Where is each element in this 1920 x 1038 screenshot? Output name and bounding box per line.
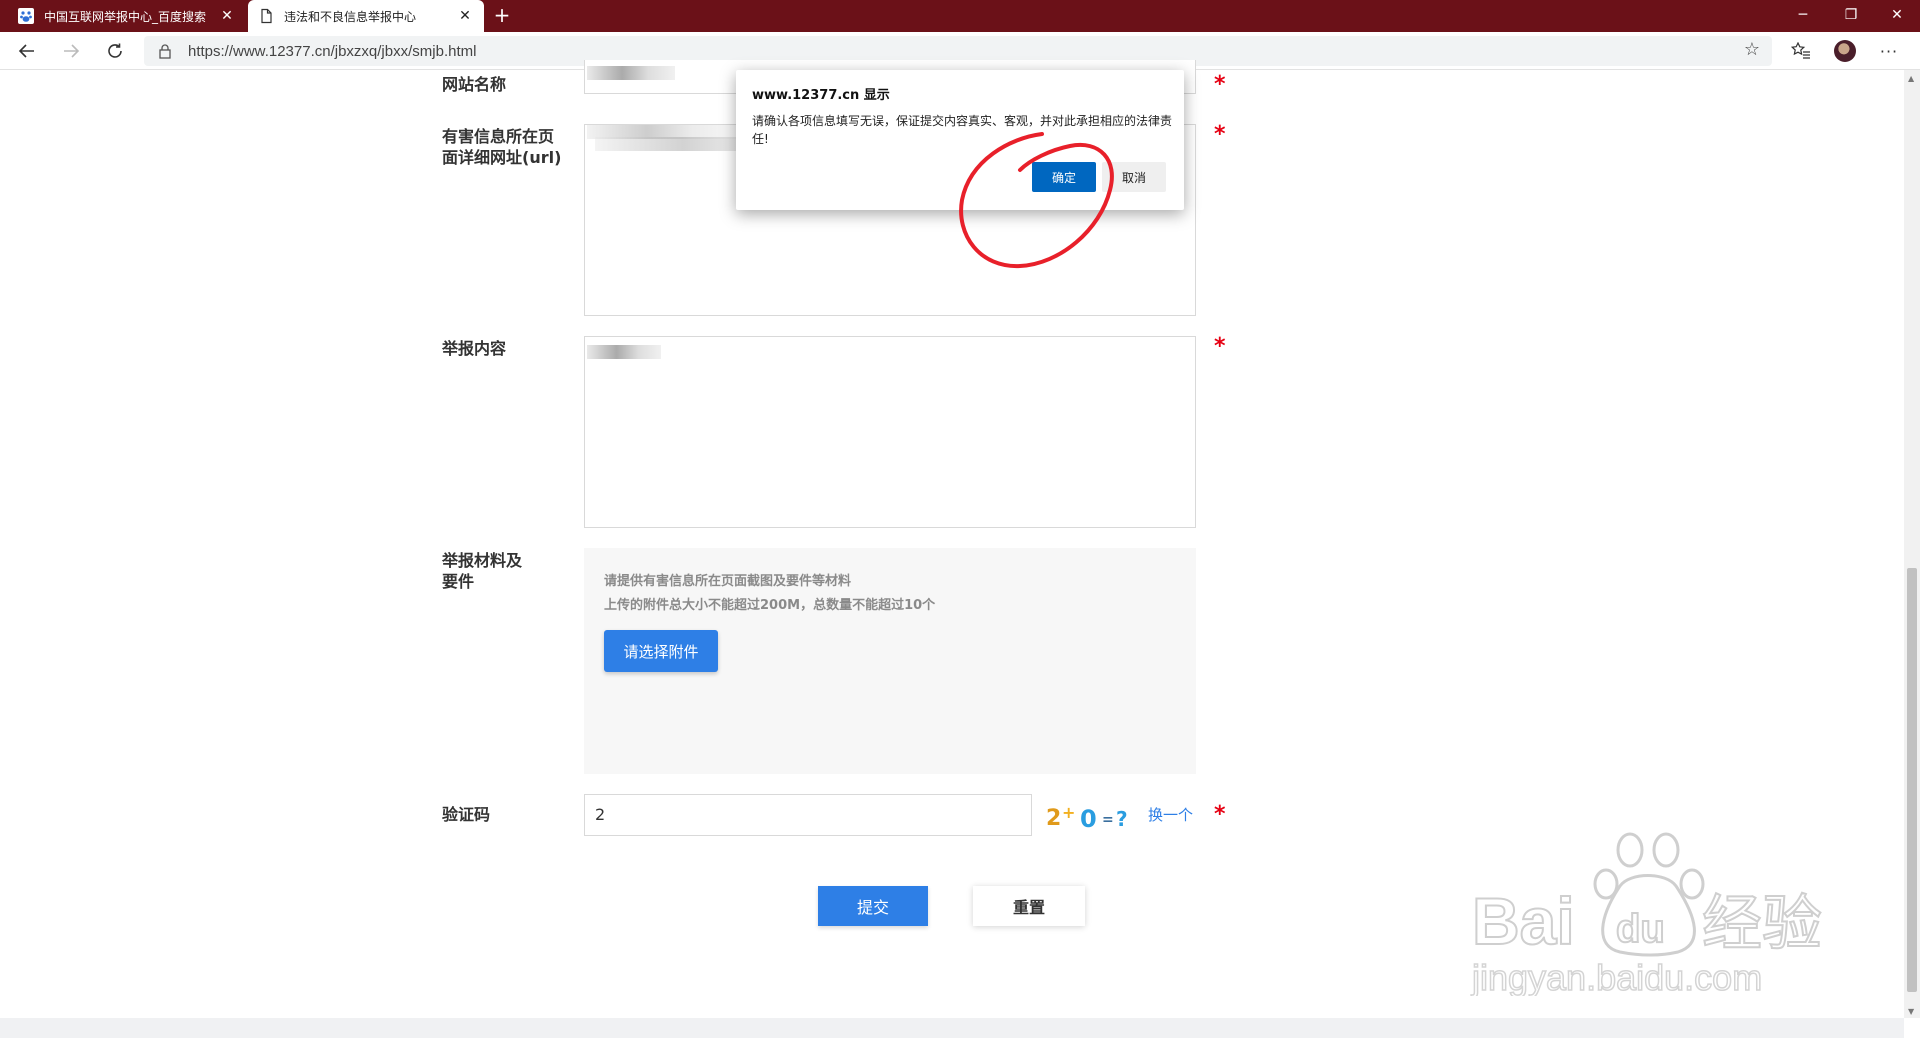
- select-attachment-button[interactable]: 请选择附件: [604, 630, 718, 672]
- scroll-down-icon[interactable]: ▼: [1908, 1007, 1914, 1016]
- close-tab-icon[interactable]: ✕: [456, 8, 474, 24]
- baidu-jingyan-watermark: Bai du 经验 jingyan.baidu.com: [1470, 832, 1823, 996]
- svg-text:+: +: [1062, 803, 1075, 822]
- required-mark: *: [1214, 122, 1226, 147]
- captcha-refresh-link[interactable]: 换一个: [1148, 804, 1193, 825]
- report-content-textarea[interactable]: [584, 336, 1196, 528]
- forward-arrow-icon[interactable]: [56, 36, 86, 66]
- captcha-image[interactable]: 2 + 0 = ?: [1044, 800, 1136, 830]
- document-icon: [261, 8, 272, 24]
- url-label: 有害信息所在页 面详细网址(url): [442, 127, 562, 167]
- new-tab-plus-icon[interactable]: +: [490, 4, 514, 28]
- watermark-bai: Bai: [1472, 884, 1575, 958]
- upload-area: 请提供有害信息所在页面截图及要件等材料 上传的附件总大小不能超过200M，总数量…: [584, 548, 1196, 774]
- dialog-title: www.12377.cn 显示: [752, 88, 890, 103]
- baidu-paw-icon: [18, 8, 34, 24]
- more-menu-icon[interactable]: ···: [1874, 36, 1904, 66]
- favorites-list-icon[interactable]: [1786, 36, 1816, 66]
- restore-icon[interactable]: ❐: [1828, 0, 1874, 32]
- lock-icon: [159, 44, 171, 59]
- captcha-input[interactable]: 2: [584, 794, 1032, 836]
- upload-limit-hint: 上传的附件总大小不能超过200M，总数量不能超过10个: [604, 598, 936, 613]
- required-mark: *: [1214, 334, 1226, 359]
- reset-button[interactable]: 重置: [973, 886, 1085, 926]
- dialog-message: 请确认各项信息填写无误，保证提交内容真实、客观，并对此承担相应的法律责任!: [752, 114, 1173, 146]
- required-mark: *: [1214, 72, 1226, 97]
- back-arrow-icon[interactable]: [12, 36, 42, 66]
- watermark-url: jingyan.baidu.com: [1471, 957, 1762, 996]
- watermark-jingyan-cn: 经验: [1702, 889, 1822, 959]
- report-content-label: 举报内容: [442, 339, 507, 358]
- website-name-label: 网站名称: [442, 75, 507, 94]
- svg-text:=: =: [1102, 812, 1114, 828]
- favorite-star-icon[interactable]: ☆: [1744, 39, 1760, 60]
- close-window-icon[interactable]: ✕: [1874, 0, 1920, 32]
- svg-text:0: 0: [1080, 805, 1097, 830]
- confirm-dialog: www.12377.cn 显示 请确认各项信息填写无误，保证提交内容真实、客观，…: [736, 70, 1184, 210]
- dialog-ok-button[interactable]: 确定: [1032, 162, 1096, 192]
- materials-label: 举报材料及 要件: [442, 551, 523, 591]
- url-text: https://www.12377.cn/jbxzxq/jbxx/smjb.ht…: [188, 43, 477, 60]
- required-mark: *: [1214, 802, 1226, 827]
- tab-title: 违法和不良信息举报中心: [284, 9, 417, 24]
- tab-report-center[interactable]: 违法和不良信息举报中心 ✕: [248, 0, 484, 32]
- tab-baidu-search[interactable]: 中国互联网举报中心_百度搜索 ✕: [8, 0, 246, 32]
- page-scrollbar[interactable]: ▲ ▼: [1904, 70, 1920, 1018]
- submit-button[interactable]: 提交: [818, 886, 928, 926]
- svg-text:?: ?: [1116, 807, 1128, 830]
- tab-strip: 中国互联网举报中心_百度搜索 ✕ 违法和不良信息举报中心 ✕ + ─ ❐ ✕: [0, 0, 1920, 32]
- refresh-icon[interactable]: [100, 36, 130, 66]
- scroll-thumb[interactable]: [1907, 568, 1917, 992]
- close-tab-icon[interactable]: ✕: [218, 8, 236, 24]
- captcha-label: 验证码: [442, 805, 491, 824]
- tab-title: 中国互联网举报中心_百度搜索: [44, 9, 207, 24]
- minimize-icon[interactable]: ─: [1780, 0, 1826, 32]
- upload-hint: 请提供有害信息所在页面截图及要件等材料: [604, 574, 852, 589]
- scroll-up-icon[interactable]: ▲: [1908, 74, 1914, 83]
- page-footer-strip: [0, 1018, 1904, 1038]
- svg-text:2: 2: [1046, 806, 1061, 830]
- watermark-du: du: [1616, 907, 1665, 951]
- profile-avatar[interactable]: [1834, 40, 1856, 62]
- dialog-cancel-button[interactable]: 取消: [1102, 162, 1166, 192]
